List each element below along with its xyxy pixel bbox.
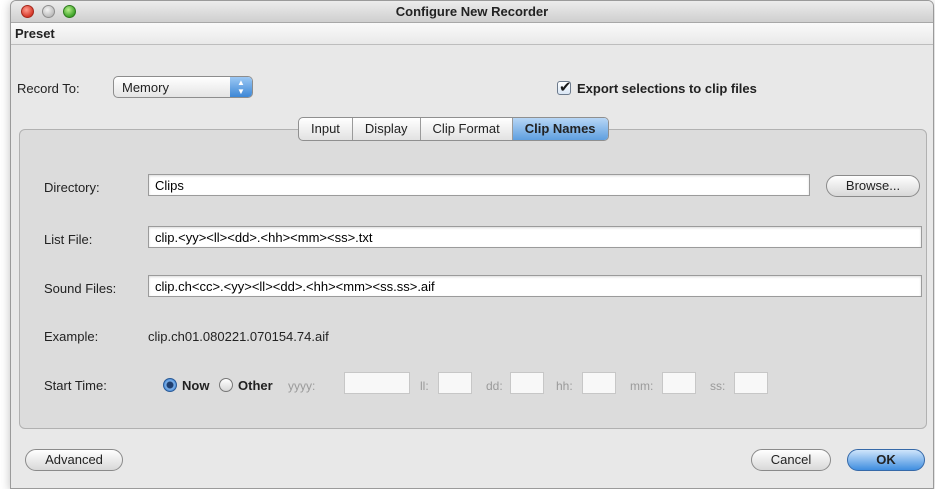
ll-label: ll: (420, 379, 429, 393)
sound-files-label: Sound Files: (44, 281, 117, 296)
advanced-button[interactable]: Advanced (25, 449, 123, 471)
mm-label: mm: (630, 379, 654, 393)
dd-field[interactable] (510, 372, 544, 394)
menu-preset[interactable]: Preset (15, 26, 55, 41)
title-bar[interactable]: Configure New Recorder (11, 1, 933, 23)
list-file-label: List File: (44, 232, 93, 247)
directory-label: Directory: (44, 180, 100, 195)
ok-button[interactable]: OK (847, 449, 925, 471)
configure-recorder-window: Configure New Recorder Preset Record To:… (10, 0, 934, 489)
dd-label: dd: (486, 379, 503, 393)
ll-field[interactable] (438, 372, 472, 394)
cancel-button[interactable]: Cancel (751, 449, 831, 471)
clip-names-panel: Directory: Browse... List File: Sound Fi… (19, 129, 927, 429)
now-radio[interactable] (163, 378, 177, 392)
menu-bar: Preset (11, 23, 933, 45)
hh-field[interactable] (582, 372, 616, 394)
browse-button[interactable]: Browse... (826, 175, 920, 197)
ss-field[interactable] (734, 372, 768, 394)
tab-input[interactable]: Input (299, 118, 353, 140)
record-to-label: Record To: (17, 81, 80, 96)
chevron-updown-icon: ▲ ▼ (230, 77, 252, 97)
example-label: Example: (44, 329, 99, 344)
tab-bar: Input Display Clip Format Clip Names (298, 117, 609, 141)
list-file-field[interactable] (148, 226, 922, 248)
other-radio-label: Other (238, 378, 273, 393)
record-to-select[interactable]: Memory ▲ ▼ (113, 76, 253, 98)
ss-label: ss: (710, 379, 726, 393)
other-radio[interactable] (219, 378, 233, 392)
export-selections-checkbox[interactable]: ✔ (557, 79, 572, 96)
tab-clip-format[interactable]: Clip Format (421, 118, 513, 140)
sound-files-field[interactable] (148, 275, 922, 297)
tab-clip-names[interactable]: Clip Names (512, 118, 608, 140)
start-time-label: Start Time: (44, 378, 107, 393)
now-radio-label: Now (182, 378, 210, 393)
yyyy-field[interactable] (344, 372, 410, 394)
yyyy-label: yyyy: (288, 379, 316, 393)
hh-label: hh: (556, 379, 573, 393)
export-selections-label: Export selections to clip files (577, 81, 757, 96)
mm-field[interactable] (662, 372, 696, 394)
tab-display[interactable]: Display (353, 118, 421, 140)
window-title: Configure New Recorder (395, 4, 549, 19)
example-value: clip.ch01.080221.070154.74.aif (148, 329, 329, 344)
record-to-value: Memory (122, 80, 169, 95)
directory-field[interactable] (148, 174, 810, 196)
checkmark-icon: ✔ (559, 79, 572, 96)
